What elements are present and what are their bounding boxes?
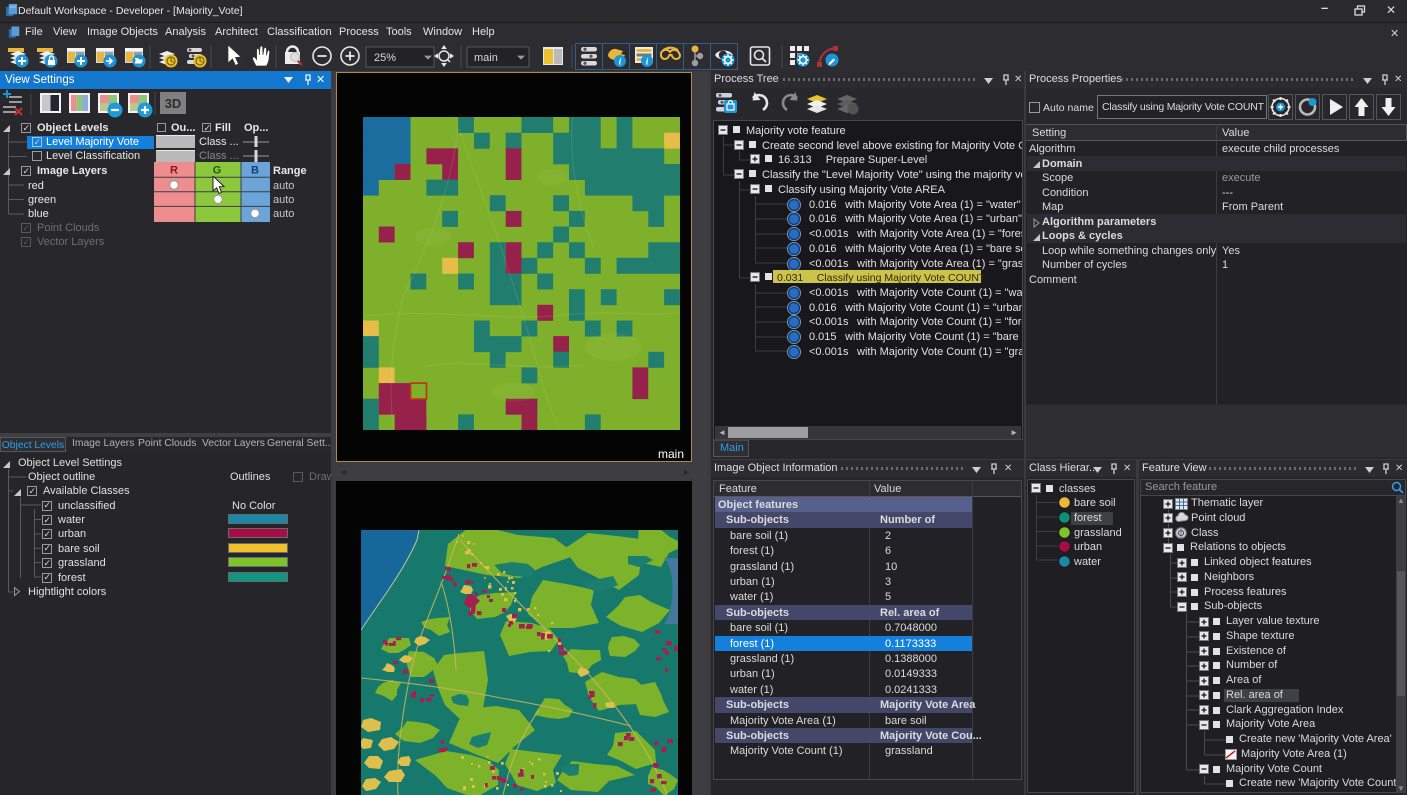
svg-text:main: main <box>474 52 498 64</box>
svg-text:B: B <box>251 165 259 177</box>
svg-text:R: R <box>170 165 178 177</box>
svg-text:25%: 25% <box>374 52 396 64</box>
svg-text:G: G <box>213 165 222 177</box>
svg-text:3D: 3D <box>165 96 182 111</box>
